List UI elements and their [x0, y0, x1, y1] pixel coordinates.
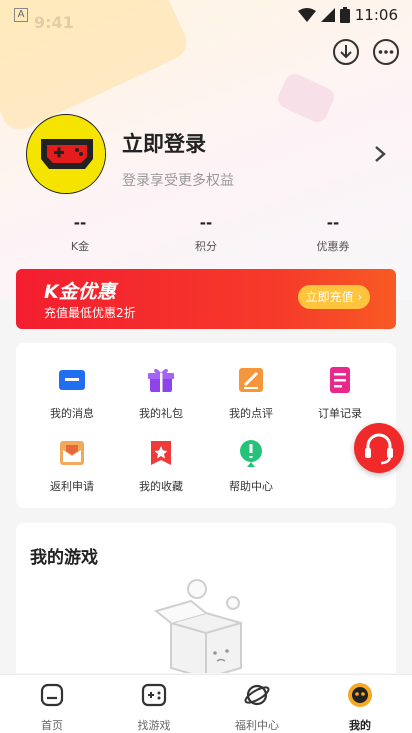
- favorite-icon: [151, 441, 171, 465]
- empty-box-icon: [153, 579, 242, 673]
- tab-label: 找游戏: [137, 719, 171, 732]
- stat-value: --: [326, 214, 340, 232]
- tab-label: 福利中心: [235, 719, 279, 732]
- grid-item-rebate[interactable]: 返利申请: [32, 438, 112, 494]
- stat-kgold[interactable]: -- K金: [35, 214, 125, 254]
- stats-row: -- K金 -- 积分 -- 优惠券: [0, 214, 412, 262]
- recharge-button[interactable]: 立即充值 ›: [298, 285, 370, 309]
- tab-welfare-center[interactable]: 福利中心: [217, 681, 297, 733]
- feature-grid: 我的消息 我的礼包 我的点评 订单记录 返利申请 我的收藏 帮助中心: [16, 343, 396, 508]
- tab-find-games[interactable]: 找游戏: [114, 681, 194, 733]
- stat-coupons[interactable]: -- 优惠券: [288, 214, 378, 254]
- order-icon: [330, 367, 350, 393]
- stat-value: --: [73, 214, 87, 232]
- grid-item-gifts[interactable]: 我的礼包: [121, 365, 201, 421]
- battery-icon: [339, 7, 350, 23]
- status-bar: A 9:41 11:06: [0, 0, 412, 32]
- stat-label: 积分: [195, 240, 217, 253]
- tab-home[interactable]: 首页: [12, 681, 92, 733]
- grid-item-label: 订单记录: [318, 407, 362, 420]
- grid-item-orders[interactable]: 订单记录: [300, 365, 380, 421]
- grid-item-favorites[interactable]: 我的收藏: [121, 438, 201, 494]
- help-icon: [240, 440, 262, 467]
- bottom-tab-bar: 首页 找游戏 福利中心 我的: [0, 674, 412, 733]
- grid-item-reviews[interactable]: 我的点评: [211, 365, 291, 421]
- headset-icon: [365, 433, 393, 465]
- banner-title: K金优惠: [44, 281, 116, 303]
- grid-item-help[interactable]: 帮助中心: [211, 438, 291, 494]
- login-subtitle: 登录享受更多权益: [122, 173, 234, 189]
- banner-subtitle: 充值最低优惠2折: [44, 306, 136, 320]
- tab-label: 首页: [41, 719, 63, 732]
- grid-item-label: 我的点评: [229, 407, 273, 420]
- games-title: 我的游戏: [30, 548, 98, 568]
- recharge-label: 立即充值: [305, 290, 354, 304]
- more-icon: [373, 39, 399, 65]
- login-title[interactable]: 立即登录: [122, 128, 206, 158]
- grid-item-label: 我的消息: [50, 407, 94, 420]
- chevron-right-icon[interactable]: [370, 144, 390, 164]
- tab-mine[interactable]: 我的: [320, 681, 400, 733]
- stat-points[interactable]: -- 积分: [161, 214, 251, 254]
- status-time-ghost: 9:41: [34, 13, 74, 32]
- stat-label: 优惠券: [316, 240, 350, 253]
- stat-label: K金: [70, 240, 90, 253]
- gamepad-icon: [141, 683, 167, 707]
- download-icon: [333, 39, 359, 65]
- login-profile[interactable]: 立即登录 登录享受更多权益: [26, 114, 396, 196]
- wifi-icon: [297, 8, 316, 22]
- stat-value: --: [199, 214, 213, 232]
- customer-service-button[interactable]: [354, 423, 404, 473]
- gift-icon: [148, 368, 174, 392]
- status-right: 11:06: [297, 6, 398, 24]
- home-icon: [40, 683, 64, 707]
- grid-item-label: 返利申请: [50, 480, 94, 493]
- grid-item-messages[interactable]: 我的消息: [32, 365, 112, 421]
- profile-icon: [348, 683, 372, 707]
- status-time: 11:06: [354, 6, 398, 24]
- message-icon: [59, 370, 85, 390]
- rebate-icon: [60, 441, 84, 465]
- grid-item-label: 帮助中心: [229, 480, 273, 493]
- download-button[interactable]: [332, 38, 360, 66]
- more-button[interactable]: [372, 38, 400, 66]
- grid-item-label: 我的礼包: [139, 407, 183, 420]
- tab-label: 我的: [349, 719, 371, 732]
- grid-item-label: 我的收藏: [139, 480, 183, 493]
- review-icon: [239, 368, 263, 392]
- notification-a-icon: A: [14, 8, 28, 22]
- signal-icon: [320, 8, 335, 22]
- my-games-section: 我的游戏: [16, 523, 396, 673]
- kgold-promo-banner[interactable]: K金优惠 充值最低优惠2折 立即充值 ›: [16, 269, 396, 329]
- planet-icon: [244, 684, 270, 706]
- logo-icon: [28, 116, 105, 193]
- avatar[interactable]: [26, 114, 106, 194]
